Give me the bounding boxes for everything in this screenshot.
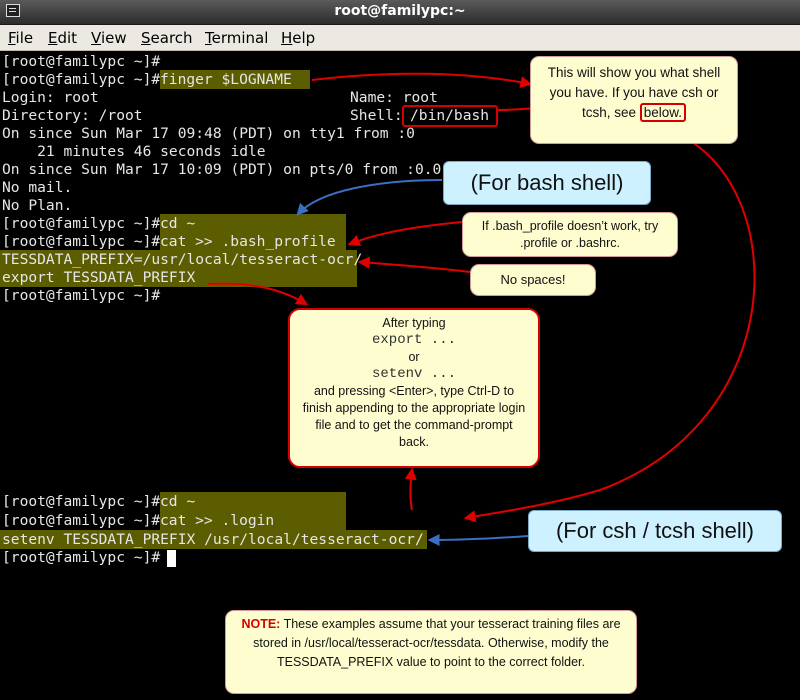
cmd-setenv: setenv TESSDATA_PREFIX /usr/local/tesser… xyxy=(0,530,427,549)
menu-search[interactable]: Search xyxy=(141,29,193,47)
callout-no-spaces: No spaces! xyxy=(470,264,596,296)
cmd-cat-login: cat >> .login xyxy=(160,511,346,530)
menu-file[interactable]: File xyxy=(8,29,33,47)
prompt-line: [root@familypc ~]# xyxy=(2,287,161,304)
callout-bash-shell: (For bash shell) xyxy=(443,161,651,205)
finger-idle: 21 minutes 46 seconds idle xyxy=(2,143,266,160)
menu-help[interactable]: Help xyxy=(281,29,315,47)
menu-bar: File Edit View Search Terminal Help xyxy=(0,25,800,51)
callout-csh-shell: (For csh / tcsh shell) xyxy=(528,510,782,552)
callout-typing-instructions: After typing export ... or setenv ... an… xyxy=(288,308,540,468)
cmd-finger: finger $LOGNAME xyxy=(160,70,310,89)
menu-view[interactable]: View xyxy=(91,29,127,47)
cmd-export: export TESSDATA_PREFIX xyxy=(0,268,357,287)
menu-terminal[interactable]: Terminal xyxy=(205,29,268,47)
prompt-line: [root@familypc ~]# xyxy=(2,233,161,250)
finger-since-tty1: On since Sun Mar 17 09:48 (PDT) on tty1 … xyxy=(2,125,415,142)
finger-since-pts0: On since Sun Mar 17 10:09 (PDT) on pts/0… xyxy=(2,161,442,178)
terminal-window: root@familypc:~ File Edit View Search Te… xyxy=(0,0,800,700)
prompt-line: [root@familypc ~]# xyxy=(2,53,161,70)
prompt-line: [root@familypc ~]# xyxy=(2,71,161,88)
menu-edit[interactable]: Edit xyxy=(48,29,77,47)
finger-no-mail: No mail. xyxy=(2,179,73,196)
prompt-line: [root@familypc ~]# xyxy=(2,493,161,510)
cmd-cat-bash-profile: cat >> .bash_profile xyxy=(160,232,346,251)
title-bar[interactable]: root@familypc:~ xyxy=(0,0,800,25)
window-title: root@familypc:~ xyxy=(334,3,466,19)
cmd-cd-csh: cd ~ xyxy=(160,492,346,511)
finger-shell-label: Shell: xyxy=(350,107,403,124)
cmd-tessdata-assign: TESSDATA_PREFIX=/usr/local/tesseract-ocr… xyxy=(0,250,363,269)
prompt-line: [root@familypc ~]# xyxy=(2,549,161,566)
callout-bash-profile: If .bash_profile doesn’t work, try .prof… xyxy=(462,212,678,257)
text-cursor xyxy=(167,550,176,567)
prompt-line: [root@familypc ~]# xyxy=(2,512,161,529)
prompt-line: [root@familypc ~]# xyxy=(2,215,161,232)
shell-highlight-box xyxy=(402,105,498,127)
callout-finger-note: This will show you what shell you have. … xyxy=(530,56,738,144)
finger-directory: Directory: /root xyxy=(2,107,143,124)
below-highlight: below. xyxy=(639,103,687,122)
finger-no-plan: No Plan. xyxy=(2,197,73,214)
finger-login: Login: root xyxy=(2,89,99,106)
callout-note: NOTE: These examples assume that your te… xyxy=(225,610,637,694)
cmd-cd-bash: cd ~ xyxy=(160,214,346,233)
